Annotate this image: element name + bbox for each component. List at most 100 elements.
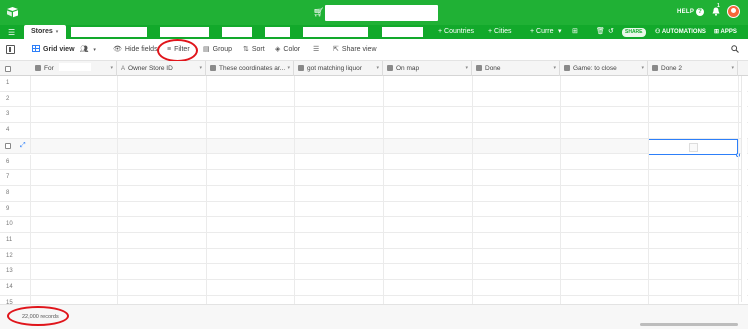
chevron-down-icon[interactable]: ▾: [376, 61, 379, 76]
tab-redacted[interactable]: [265, 27, 290, 37]
row-number: 3: [0, 107, 31, 123]
search-icon[interactable]: [731, 45, 739, 53]
filter-annotation-circle: [157, 39, 198, 62]
chevron-down-icon: ▾: [93, 47, 96, 53]
apps-label: APPS: [720, 29, 737, 35]
table-row[interactable]: 12: [0, 248, 748, 265]
column-header-label: got matching liquor: [307, 65, 362, 72]
chevron-down-icon[interactable]: ▾: [731, 61, 734, 76]
avatar[interactable]: [727, 5, 740, 18]
table-row[interactable]: 3: [0, 107, 748, 124]
chevron-down-icon[interactable]: ▾: [465, 61, 468, 76]
automations-button[interactable]: ⚇ AUTOMATIONS: [655, 25, 706, 39]
table-row[interactable]: 15: [0, 295, 748, 304]
add-table-icon[interactable]: ⊞: [572, 27, 578, 35]
share-view-icon: ⇱: [333, 46, 339, 53]
column-header[interactable]: got matching liquor ▾: [294, 61, 383, 76]
base-name-redacted[interactable]: [325, 5, 438, 21]
record-count-annotation-circle: [7, 306, 69, 326]
group-button[interactable]: ▤ Group: [203, 44, 232, 56]
column-divider: [206, 76, 207, 304]
trash-icon[interactable]: 🗑︎: [596, 27, 605, 35]
select-all-checkbox[interactable]: [5, 66, 11, 72]
tab-redacted[interactable]: [382, 27, 423, 37]
tab-redacted[interactable]: [222, 27, 252, 37]
row-number: 12: [0, 248, 31, 264]
help-icon[interactable]: ?: [696, 8, 704, 16]
table-row[interactable]: 14: [0, 280, 748, 296]
view-switcher[interactable]: Grid view 👥︎ ▾: [32, 44, 96, 56]
horizontal-scrollbar[interactable]: [640, 323, 738, 326]
chevron-down-icon[interactable]: ▾: [110, 61, 113, 76]
history-icon[interactable]: ↺: [608, 27, 614, 35]
tab-stores[interactable]: Stores ▾: [24, 25, 66, 39]
column-header-label: On map: [396, 65, 420, 72]
group-icon: ▤: [203, 46, 210, 53]
tab-cities[interactable]: + Cities: [488, 25, 512, 39]
vertical-scrollbar[interactable]: [741, 76, 747, 302]
table-row[interactable]: 9: [0, 201, 748, 218]
chevron-down-icon[interactable]: ▾: [287, 61, 290, 76]
cell-checkbox[interactable]: [689, 142, 698, 152]
column-header-row: For ▾ A Owner Store ID ▾ These coordinates …: [0, 61, 748, 76]
chevron-down-icon[interactable]: ▾: [558, 27, 562, 35]
chevron-down-icon[interactable]: ▾: [553, 61, 556, 76]
collaborators-icon: 👥︎: [79, 46, 89, 53]
row-checkbox[interactable]: [5, 142, 11, 149]
row-number: 6: [0, 154, 31, 170]
column-header[interactable]: Done 2 ▾: [648, 61, 738, 76]
chevron-down-icon[interactable]: ▾: [56, 29, 59, 35]
table-row[interactable]: 10: [0, 217, 748, 233]
tab-countries[interactable]: + Countries: [438, 25, 474, 39]
airtable-logo-icon[interactable]: [6, 6, 19, 18]
row-height-button[interactable]: ☰: [313, 44, 322, 56]
paint-bucket-icon: ◈: [275, 46, 281, 53]
table-row[interactable]: 1: [0, 76, 748, 92]
table-row[interactable]: 2: [0, 91, 748, 108]
table-row[interactable]: 8: [0, 185, 748, 202]
hamburger-icon[interactable]: ☰: [8, 28, 15, 37]
column-header[interactable]: For ▾: [31, 61, 117, 76]
sidebar-toggle-icon[interactable]: [6, 45, 15, 54]
column-header[interactable]: Game: to close ▾: [560, 61, 648, 76]
color-label: Color: [283, 46, 301, 53]
table-row[interactable]: 7: [0, 170, 748, 186]
apps-button[interactable]: ⊞ APPS: [714, 25, 737, 39]
tab-redacted[interactable]: [303, 27, 368, 37]
records-grid: For ▾ A Owner Store ID ▾ These coordinates …: [0, 61, 748, 304]
column-divider: [648, 76, 649, 304]
eye-icon: 👁︎: [113, 46, 122, 53]
column-header-label: Done 2: [661, 65, 682, 72]
table-row[interactable]: ⤢: [0, 138, 748, 157]
tab-redacted[interactable]: [71, 27, 147, 37]
table-row[interactable]: 11: [0, 233, 748, 249]
row-number: 4: [0, 123, 31, 138]
color-button[interactable]: ◈ Color: [275, 44, 300, 56]
hide-fields-button[interactable]: 👁︎ Hide fields: [113, 44, 158, 56]
selected-cell[interactable]: [648, 138, 740, 157]
top-bar: 🛒︎ HELP ? 1: [0, 0, 748, 25]
table-row[interactable]: 4: [0, 123, 748, 139]
column-header[interactable]: These coordinates ar... ▾: [206, 61, 294, 76]
row-number: 8: [0, 185, 31, 201]
column-divider: [560, 76, 561, 304]
chevron-down-icon[interactable]: ▾: [199, 61, 202, 76]
share-button[interactable]: SHARE: [622, 28, 646, 37]
column-header-label: Done: [485, 65, 501, 72]
check-field-icon: [652, 65, 658, 71]
expand-record-icon[interactable]: ⤢: [20, 142, 26, 150]
row-number: 13: [0, 264, 31, 280]
tab-currency[interactable]: + Curre: [530, 25, 554, 39]
check-field-icon: [210, 65, 216, 71]
tab-redacted[interactable]: [160, 27, 209, 37]
table-row[interactable]: 13: [0, 264, 748, 281]
table-row[interactable]: 6: [0, 154, 748, 171]
column-header[interactable]: On map ▾: [383, 61, 472, 76]
column-divider: [294, 76, 295, 304]
column-header[interactable]: Done ▾: [472, 61, 560, 76]
column-header[interactable]: A Owner Store ID ▾: [117, 61, 206, 76]
sort-button[interactable]: ⇅ Sort: [243, 44, 265, 56]
share-view-button[interactable]: ⇱ Share view: [333, 44, 377, 56]
chevron-down-icon[interactable]: ▾: [641, 61, 644, 76]
help-link[interactable]: HELP: [677, 9, 694, 15]
